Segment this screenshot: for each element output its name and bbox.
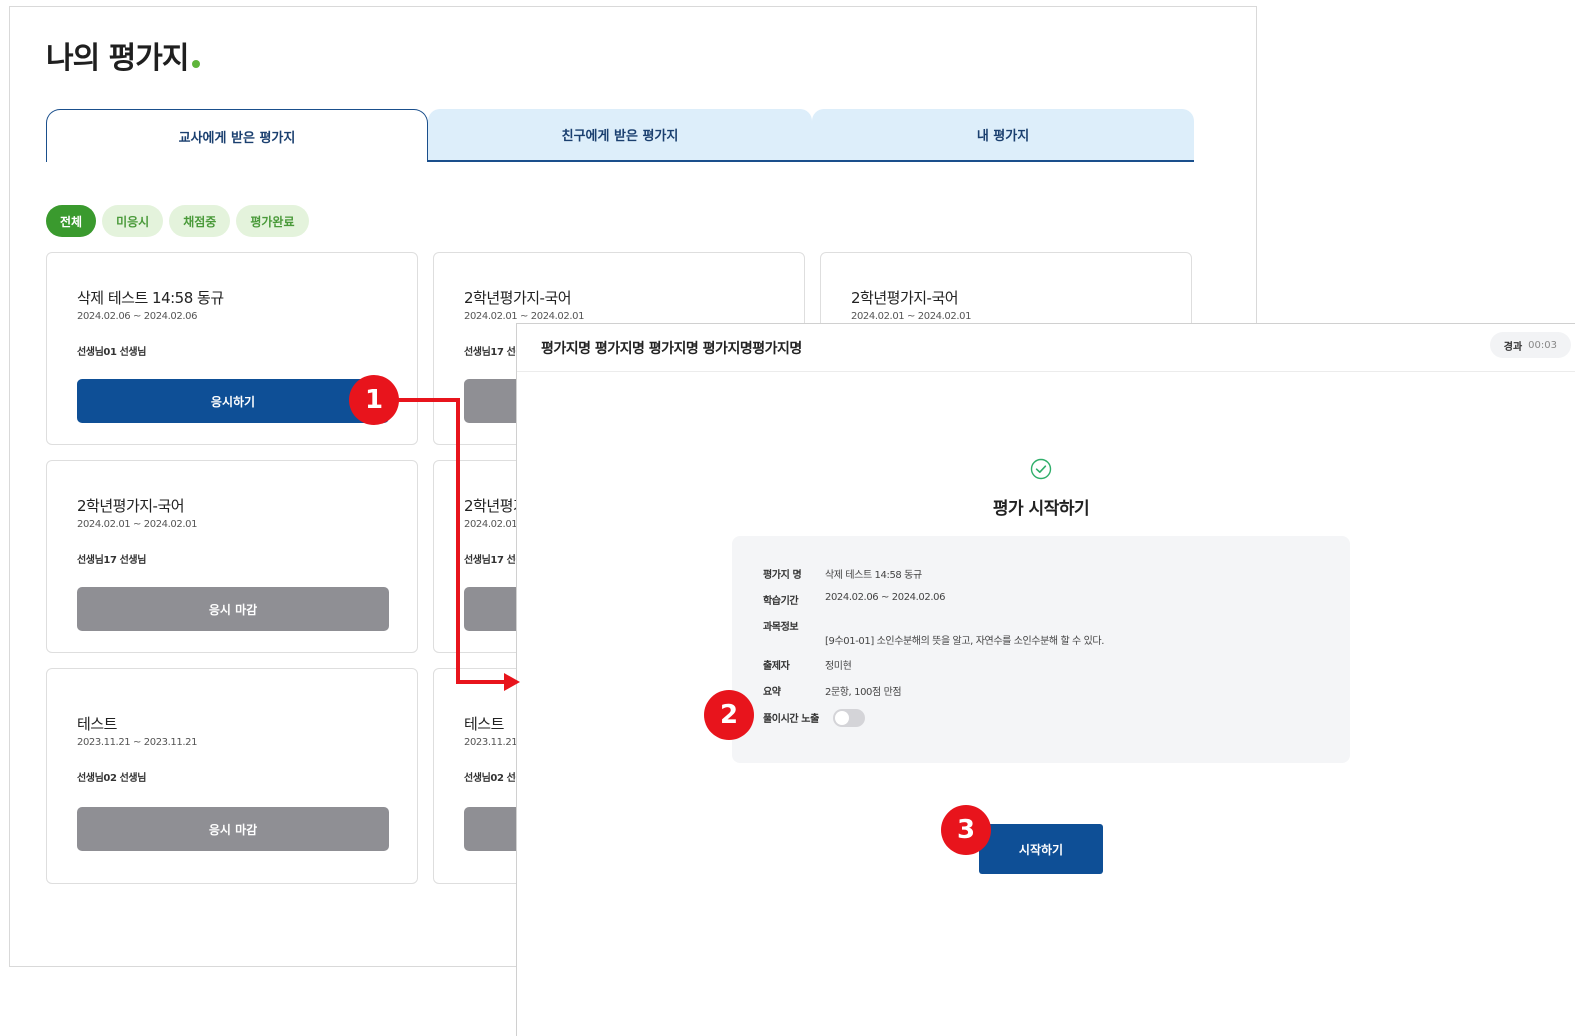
- info-value: 2문항, 100점 만점: [825, 687, 902, 698]
- assessment-card: 2학년평가지-국어 2024.02.01 ~ 2024.02.01 선생님17 …: [46, 460, 418, 653]
- info-row-author: 출제자 정미현: [763, 657, 852, 672]
- filter-not-taken[interactable]: 미응시: [102, 205, 164, 237]
- callout-marker: 3: [941, 805, 991, 855]
- card-title: 테스트: [77, 715, 117, 733]
- closed-button[interactable]: 응시 마감: [77, 587, 389, 631]
- start-button[interactable]: 시작하기: [979, 824, 1103, 874]
- info-key: 과목정보: [763, 622, 799, 633]
- closed-button[interactable]: 응시 마감: [77, 807, 389, 851]
- elapsed-timer: 경과 00:03: [1489, 332, 1571, 358]
- tab-my-assessments[interactable]: 내 평가지: [812, 109, 1194, 162]
- card-title: 삭제 테스트 14:58 동규: [77, 289, 224, 307]
- info-value: 삭제 테스트 14:58 동규: [825, 570, 922, 581]
- tab-teacher-received[interactable]: 교사에게 받은 평가지: [46, 109, 428, 162]
- timer-value: 00:03: [1528, 339, 1557, 351]
- filter-grading[interactable]: 채점중: [169, 205, 231, 237]
- page-title: 나의 평가지: [46, 33, 201, 77]
- info-value: 2024.02.06 ~ 2024.02.06: [825, 592, 946, 603]
- card-date: 2024.02.01 ~ 2024.02.01: [464, 311, 585, 322]
- card-teacher: 선생님17 선생님: [77, 555, 146, 566]
- tab-friend-received[interactable]: 친구에게 받은 평가지: [428, 109, 812, 162]
- info-row-summary: 요약 2문항, 100점 만점: [763, 683, 902, 698]
- dialog-title: 평가지명 평가지명 평가지명 평가지명평가지명: [541, 341, 802, 357]
- info-key: 평가지 명: [763, 570, 802, 581]
- info-key: 풀이시간 노출: [763, 714, 819, 725]
- stage: 나의 평가지 교사에게 받은 평가지 친구에게 받은 평가지 내 평가지 전체 …: [0, 0, 1575, 1036]
- callout-marker: 1: [349, 375, 399, 425]
- check-circle-icon: [1030, 458, 1052, 480]
- card-teacher: 선생님01 선생님: [77, 347, 146, 358]
- info-key: 학습기간: [763, 596, 799, 607]
- card-teacher: 선생님02 선생님: [77, 773, 146, 784]
- card-date: 2024.02.01 ~ 2024.02.01: [77, 519, 198, 530]
- assessment-info: 평가지 명 삭제 테스트 14:58 동규 학습기간 2024.02.06 ~ …: [732, 536, 1350, 763]
- card-date: 2024.02.06 ~ 2024.02.06: [77, 311, 198, 322]
- filter-completed[interactable]: 평가완료: [236, 205, 309, 237]
- info-row-subject: 과목정보: [763, 618, 825, 633]
- tab-bar: 교사에게 받은 평가지 친구에게 받은 평가지 내 평가지: [46, 109, 1194, 162]
- take-test-button[interactable]: 응시하기: [77, 379, 389, 423]
- assessment-card: 테스트 2023.11.21 ~ 2023.11.21 선생님02 선생님 응시…: [46, 668, 418, 884]
- info-row-name: 평가지 명 삭제 테스트 14:58 동규: [763, 566, 922, 581]
- dialog-header: 평가지명 평가지명 평가지명 평가지명평가지명 경과 00:03: [517, 324, 1575, 372]
- title-dot-icon: [192, 60, 201, 68]
- info-value: 정미현: [825, 661, 852, 672]
- status-filter: 전체 미응시 채점중 평가완료: [46, 205, 309, 237]
- card-date: 2024.02.01 ~ 2024.02.01: [851, 311, 972, 322]
- timer-label: 경과: [1503, 341, 1523, 353]
- card-title: 2학년평가지-국어: [851, 289, 959, 307]
- card-title: 테스트: [464, 715, 504, 733]
- callout-marker: 2: [704, 690, 754, 740]
- timer-visibility-toggle[interactable]: [833, 709, 865, 727]
- filter-all[interactable]: 전체: [46, 205, 97, 237]
- info-key: 출제자: [763, 661, 790, 672]
- card-title: 2학년평가지-국어: [77, 497, 185, 515]
- card-date: 2023.11.21 ~ 2023.11.21: [77, 737, 198, 748]
- info-row-period: 학습기간 2024.02.06 ~ 2024.02.06: [763, 592, 945, 607]
- info-key: 요약: [763, 687, 781, 698]
- card-title: 2학년평가지-국어: [464, 289, 572, 307]
- dialog-heading: 평가 시작하기: [992, 499, 1090, 519]
- start-assessment-dialog: 평가지명 평가지명 평가지명 평가지명평가지명 경과 00:03 평가 시작하기…: [516, 323, 1575, 1036]
- info-row-timer-visibility: 풀이시간 노출: [763, 710, 825, 725]
- subject-value: [9수01-01] 소인수분해의 뜻을 알고, 자연수를 소인수분해 할 수 있…: [825, 636, 1105, 647]
